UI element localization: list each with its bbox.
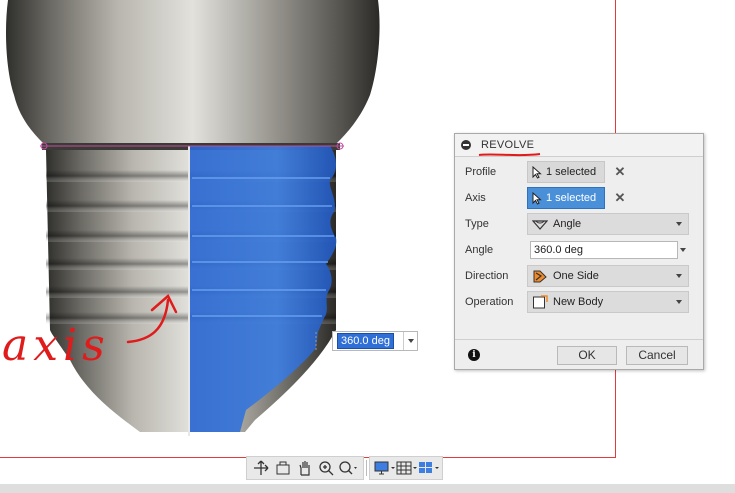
viewports-icon[interactable]: [417, 458, 439, 478]
angle-type-icon: [532, 220, 548, 230]
row-profile: Profile 1 selected ✕: [455, 160, 705, 184]
axis-label: Axis: [465, 192, 486, 204]
chevron-down-icon: [676, 222, 682, 226]
cursor-arrow-icon: [532, 191, 542, 205]
navigation-toolbar: [246, 456, 490, 480]
operation-dropdown[interactable]: New Body: [527, 291, 689, 313]
inline-angle-input[interactable]: 360.0 deg: [332, 331, 418, 351]
angle-input[interactable]: 360.0 deg: [530, 241, 678, 259]
axis-clear-icon[interactable]: ✕: [613, 190, 627, 206]
ok-button[interactable]: OK: [557, 346, 617, 365]
dialog-title: REVOLVE: [481, 139, 535, 151]
collapse-icon[interactable]: [461, 140, 471, 150]
chevron-down-icon: [407, 339, 414, 343]
profile-label: Profile: [465, 166, 497, 178]
operation-value: New Body: [553, 296, 604, 308]
display-tools-group: [369, 456, 443, 480]
navigation-tools-group: [246, 456, 364, 480]
zoom-icon[interactable]: [316, 458, 338, 478]
dialog-footer: i OK Cancel: [455, 339, 703, 370]
angle-dropdown-icon[interactable]: [680, 248, 686, 252]
title-underline-annotation: [478, 153, 541, 157]
fit-icon[interactable]: [338, 458, 360, 478]
chevron-down-icon: [676, 274, 682, 278]
type-dropdown[interactable]: Angle: [527, 213, 689, 235]
axis-value: 1 selected: [546, 192, 597, 204]
operation-label: Operation: [465, 296, 514, 308]
display-settings-icon[interactable]: [373, 458, 395, 478]
inline-angle-dropdown[interactable]: [403, 332, 417, 350]
row-axis: Axis 1 selected ✕: [455, 186, 705, 210]
profile-select-button[interactable]: 1 selected: [527, 161, 605, 183]
row-angle: Angle 360.0 deg: [455, 238, 705, 262]
direction-dropdown[interactable]: One Side: [527, 265, 689, 287]
cursor-arrow-icon: [532, 165, 542, 179]
row-direction: Direction One Side: [455, 264, 705, 288]
toolbar-separator: [366, 460, 367, 476]
cancel-button[interactable]: Cancel: [626, 346, 688, 365]
direction-value: One Side: [553, 270, 599, 282]
type-value: Angle: [553, 218, 582, 230]
inline-angle-value[interactable]: 360.0 deg: [337, 333, 394, 349]
chevron-down-icon: [676, 300, 682, 304]
annotation-label: axis: [2, 320, 110, 371]
dialog-header: REVOLVE: [455, 134, 703, 157]
axis-select-button[interactable]: 1 selected: [527, 187, 605, 209]
info-icon[interactable]: i: [468, 349, 480, 361]
bulb-body: [6, 0, 380, 145]
revolve-dialog: REVOLVE Profile 1 selected ✕ Axis 1 sele…: [454, 133, 704, 370]
new-body-icon: [533, 295, 548, 309]
type-label: Type: [465, 218, 489, 230]
direction-label: Direction: [465, 270, 509, 282]
profile-value: 1 selected: [546, 166, 597, 178]
angle-label: Angle: [465, 244, 494, 256]
look-at-icon[interactable]: [272, 458, 294, 478]
row-type: Type Angle: [455, 212, 705, 236]
bottom-status-strip: [0, 484, 735, 493]
grid-icon[interactable]: [395, 458, 417, 478]
row-operation: Operation New Body: [455, 290, 705, 314]
orbit-icon[interactable]: [250, 458, 272, 478]
profile-clear-icon[interactable]: ✕: [613, 164, 627, 180]
pan-icon[interactable]: [294, 458, 316, 478]
one-side-icon: [533, 270, 547, 283]
